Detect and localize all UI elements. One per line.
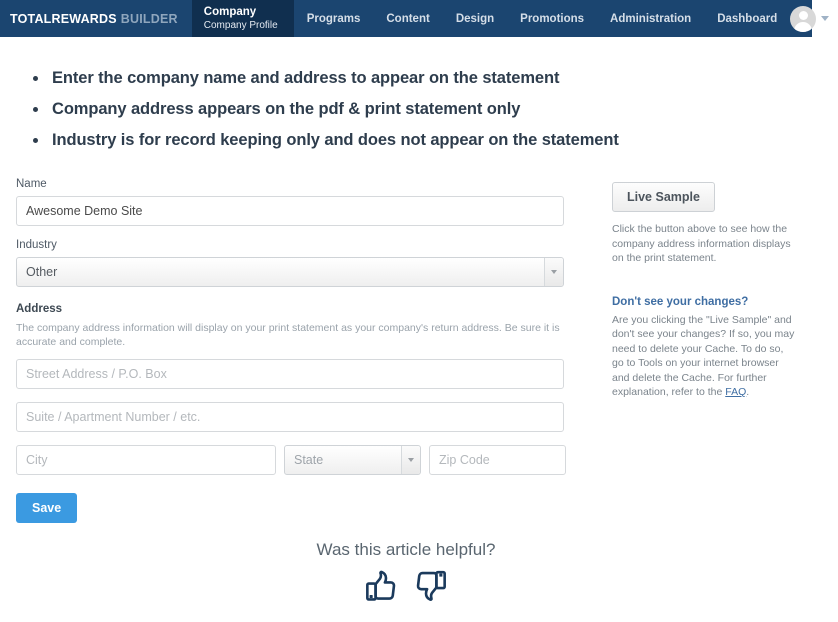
bullet-item-3: Industry is for record keeping only and … (33, 125, 838, 156)
nav-user-area (790, 0, 837, 37)
city-input[interactable] (16, 445, 276, 475)
suite-apartment-input[interactable] (16, 402, 564, 432)
thumbs-up-icon[interactable] (362, 568, 400, 606)
changes-help-text-after: . (746, 386, 750, 398)
brand-name-primary: TOTALREWARDS (10, 11, 117, 26)
company-name-input[interactable] (16, 196, 564, 226)
industry-select-value: Other (26, 265, 58, 279)
avatar-body-shape (794, 21, 813, 32)
city-state-zip-row: State (16, 445, 566, 475)
street-address-input[interactable] (16, 359, 564, 389)
changes-heading: Don't see your changes? (612, 295, 749, 308)
avatar-head-shape (798, 10, 808, 20)
top-navigation-bar: TOTALREWARDS BUILDER Company Company Pro… (0, 0, 830, 37)
brand-name-secondary: BUILDER (120, 11, 178, 26)
name-field-label: Name (16, 178, 47, 190)
sidebar-panel: Live Sample Click the button above to se… (612, 178, 812, 400)
industry-select[interactable]: Other (16, 257, 564, 287)
chevron-down-icon (551, 270, 557, 274)
nav-items: Company Company Profile Programs Content… (191, 0, 791, 37)
nav-item-promotions[interactable]: Promotions (507, 0, 597, 37)
user-avatar-icon[interactable] (790, 5, 817, 32)
bullet-item-1: Enter the company name and address to ap… (33, 63, 838, 94)
industry-select-button[interactable] (544, 258, 563, 286)
feedback-buttons (0, 568, 812, 606)
bullet-item-2: Company address appears on the pdf & pri… (33, 94, 838, 125)
faq-link[interactable]: FAQ (725, 386, 746, 398)
nav-item-administration[interactable]: Administration (597, 0, 704, 37)
state-select-value: State (294, 453, 324, 467)
address-section-label: Address (16, 303, 63, 315)
intro-bullet-list: Enter the company name and address to ap… (0, 37, 838, 156)
save-button[interactable]: Save (16, 493, 78, 523)
chevron-down-icon (408, 458, 414, 462)
zip-code-input[interactable] (429, 445, 566, 475)
live-sample-help-text: Click the button above to see how the co… (612, 223, 791, 264)
state-select[interactable]: State (284, 445, 421, 475)
nav-item-design[interactable]: Design (443, 0, 507, 37)
live-sample-button[interactable]: Live Sample (612, 182, 715, 212)
nav-item-programs[interactable]: Programs (294, 0, 374, 37)
company-profile-form: Name Industry Other Address The company … (0, 178, 566, 523)
article-feedback-section: Was this article helpful? (0, 540, 812, 606)
state-select-button[interactable] (401, 446, 420, 474)
chevron-down-icon[interactable] (821, 16, 830, 21)
thumbs-down-icon[interactable] (412, 568, 450, 606)
nav-item-company-subtitle: Company Profile (203, 19, 278, 31)
nav-item-company-title: Company (203, 5, 257, 18)
changes-help-text: Are you clicking the "Live Sample" and d… (612, 313, 797, 400)
address-help-text: The company address information will dis… (16, 322, 560, 348)
brand-logo[interactable]: TOTALREWARDS BUILDER (0, 0, 192, 37)
nav-item-content[interactable]: Content (373, 0, 442, 37)
main-content: Name Industry Other Address The company … (0, 156, 838, 523)
article-feedback-title: Was this article helpful? (316, 540, 496, 559)
nav-item-company[interactable]: Company Company Profile (191, 0, 294, 37)
changes-help-text-before: Are you clicking the "Live Sample" and d… (612, 313, 795, 399)
industry-field-label: Industry (16, 239, 57, 251)
nav-item-dashboard[interactable]: Dashboard (704, 0, 790, 37)
